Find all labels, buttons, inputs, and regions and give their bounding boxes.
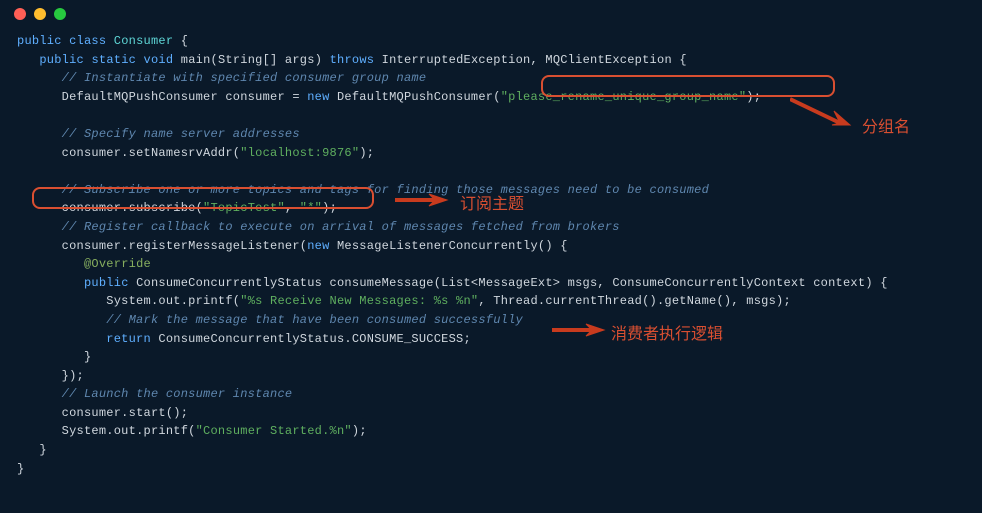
comment: // Subscribe one or more topics and tags…: [62, 183, 709, 197]
code-line: // Launch the consumer instance: [17, 385, 982, 404]
code-line: }: [17, 441, 982, 460]
string-literal: "TopicTest": [203, 201, 285, 215]
comment: // Specify name server addresses: [62, 127, 300, 141]
code-area: public class Consumer { public static vo…: [0, 28, 982, 478]
close-icon[interactable]: [14, 8, 26, 20]
titlebar: [0, 0, 982, 28]
throws-list: InterruptedException, MQClientException …: [374, 53, 687, 67]
blank-line: [17, 106, 982, 125]
comment: // Register callback to execute on arriv…: [62, 220, 620, 234]
code-line: consumer.registerMessageListener(new Mes…: [17, 237, 982, 256]
blank-line: [17, 162, 982, 181]
code-line: public class Consumer {: [17, 32, 982, 51]
code-line: consumer.start();: [17, 404, 982, 423]
code-line: DefaultMQPushConsumer consumer = new Def…: [17, 88, 982, 107]
class-name: Consumer: [114, 34, 174, 48]
code-line: consumer.setNamesrvAddr("localhost:9876"…: [17, 144, 982, 163]
string-literal: "%s Receive New Messages: %s %n": [240, 294, 478, 308]
code-line: }: [17, 460, 982, 479]
minimize-icon[interactable]: [34, 8, 46, 20]
code-line: // Specify name server addresses: [17, 125, 982, 144]
code-window: public class Consumer { public static vo…: [0, 0, 982, 513]
keyword: static: [91, 53, 136, 67]
comment: // Instantiate with specified consumer g…: [62, 71, 427, 85]
code-line: // Register callback to execute on arriv…: [17, 218, 982, 237]
string-literal: "localhost:9876": [240, 146, 359, 160]
keyword: new: [307, 90, 329, 104]
code-line: return ConsumeConcurrentlyStatus.CONSUME…: [17, 330, 982, 349]
keyword: public: [39, 53, 84, 67]
string-literal: "please_rename_unique_group_name": [501, 90, 747, 104]
comment: // Mark the message that have been consu…: [106, 313, 523, 327]
code-line: // Subscribe one or more topics and tags…: [17, 181, 982, 200]
code-line: public static void main(String[] args) t…: [17, 51, 982, 70]
keyword: public: [84, 276, 129, 290]
keyword: return: [106, 332, 151, 346]
code-line: }: [17, 348, 982, 367]
keyword: class: [69, 34, 106, 48]
code-line: });: [17, 367, 982, 386]
code-line: public ConsumeConcurrentlyStatus consume…: [17, 274, 982, 293]
code-line: // Mark the message that have been consu…: [17, 311, 982, 330]
code-line: System.out.printf("Consumer Started.%n")…: [17, 422, 982, 441]
keyword: new: [307, 239, 329, 253]
code-line: @Override: [17, 255, 982, 274]
code-line: System.out.printf("%s Receive New Messag…: [17, 292, 982, 311]
code-line: // Instantiate with specified consumer g…: [17, 69, 982, 88]
brace: {: [173, 34, 188, 48]
string-literal: "*": [300, 201, 322, 215]
string-literal: "Consumer Started.%n": [196, 424, 352, 438]
method-sig: main(String[] args): [173, 53, 329, 67]
keyword: void: [144, 53, 174, 67]
keyword: throws: [330, 53, 375, 67]
maximize-icon[interactable]: [54, 8, 66, 20]
code-line: consumer.subscribe("TopicTest", "*");: [17, 199, 982, 218]
annotation: @Override: [84, 257, 151, 271]
keyword: public: [17, 34, 62, 48]
comment: // Launch the consumer instance: [62, 387, 293, 401]
